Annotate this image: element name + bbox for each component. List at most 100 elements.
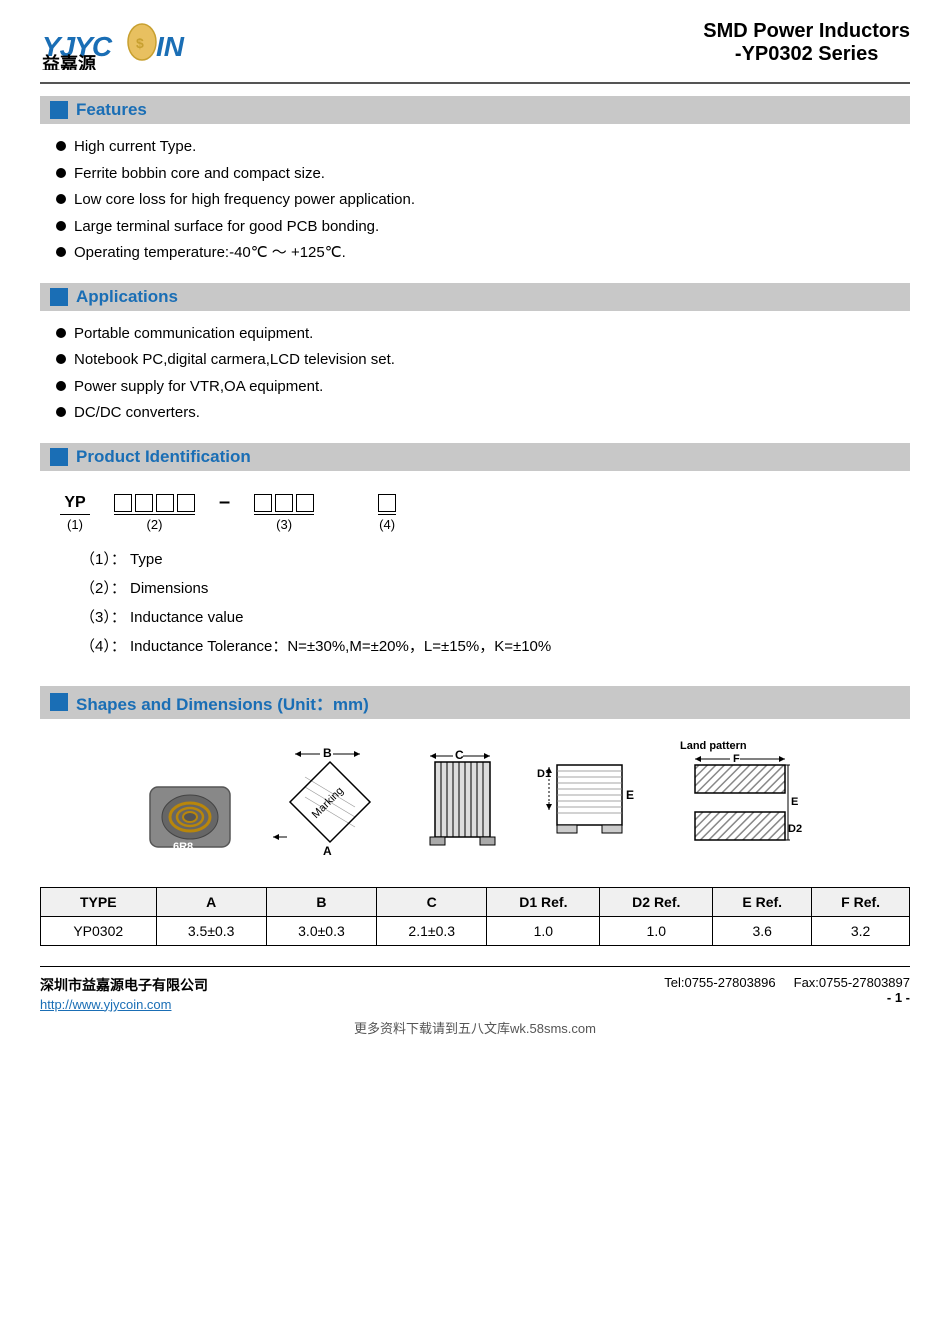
code-box (254, 494, 272, 512)
applications-list: Portable communication equipment. Notebo… (40, 319, 910, 433)
shapes-blue-square (50, 693, 68, 711)
code-box (135, 494, 153, 512)
legend-item-4: （4）： Inductance Tolerance：N=±30%,M=±20%，… (80, 635, 890, 656)
code-block-3: (3) (254, 494, 314, 532)
cell-e: 3.6 (713, 916, 812, 945)
code-block-4: (4) (378, 494, 396, 532)
list-item: Power supply for VTR,OA equipment. (56, 376, 910, 399)
col-e: E Ref. (713, 887, 812, 916)
svg-text:C: C (455, 748, 464, 762)
rhombus-diagram: B Marking A (265, 747, 395, 857)
code-box (114, 494, 132, 512)
code-box (378, 494, 396, 512)
inductor-photo: 6R8 (145, 777, 235, 857)
inductor-coil-svg: 6R8 (145, 777, 235, 857)
code-dash: – (219, 491, 230, 514)
code-num-3: (3) (276, 517, 292, 532)
code-box (275, 494, 293, 512)
svg-text:$: $ (136, 35, 144, 51)
bullet-icon (56, 221, 66, 231)
cell-d1: 1.0 (487, 916, 600, 945)
table-header-row: TYPE A B C D1 Ref. D2 Ref. E Ref. F Ref. (41, 887, 910, 916)
cell-f: 3.2 (812, 916, 910, 945)
cell-type: YP0302 (41, 916, 157, 945)
code-boxes-2 (114, 494, 195, 515)
list-item: DC/DC converters. (56, 402, 910, 425)
svg-text:E: E (791, 796, 798, 808)
applications-title: Applications (76, 287, 178, 307)
applications-section-header: Applications (40, 283, 910, 311)
bullet-icon (56, 381, 66, 391)
svg-text:A: A (323, 844, 332, 857)
watermark: 更多资料下载请到五八文库wk.58sms.com (40, 1018, 910, 1037)
svg-text:B: B (323, 747, 332, 760)
table-row: YP0302 3.5±0.3 3.0±0.3 2.1±0.3 1.0 1.0 3… (41, 916, 910, 945)
header: YJYC $ IN 益嘉源 SMD Power Inductors -YP030… (40, 20, 910, 84)
code-num-1: (1) (67, 517, 83, 532)
col-d1: D1 Ref. (487, 887, 600, 916)
applications-blue-square (50, 288, 68, 306)
col-c: C (377, 887, 487, 916)
code-block-1: YP (1) (60, 494, 90, 532)
product-code-diagram: YP (1) (2) – (60, 491, 890, 532)
dimensions-table: TYPE A B C D1 Ref. D2 Ref. E Ref. F Ref.… (40, 887, 910, 946)
col-type: TYPE (41, 887, 157, 916)
list-item: Operating temperature:-40℃ ～ +125℃. (56, 242, 910, 265)
logo-svg: YJYC $ IN 益嘉源 (40, 20, 200, 70)
shapes-section-header: Shapes and Dimensions (Unit：mm) (40, 686, 910, 719)
svg-text:益嘉源: 益嘉源 (42, 53, 96, 70)
svg-text:6R8: 6R8 (173, 841, 193, 853)
code-boxes-3 (254, 494, 314, 515)
code-prefix: YP (60, 494, 90, 515)
list-item: High current Type. (56, 136, 910, 159)
side-view-diagram: D1 E (535, 747, 645, 857)
side-view-svg: D1 E (535, 747, 645, 857)
svg-text:Land pattern: Land pattern (680, 740, 747, 752)
product-id-content: YP (1) (2) – (40, 479, 910, 676)
footer: 深圳市益嘉源电子有限公司 http://www.yjycoin.com Tel:… (40, 966, 910, 1012)
title-area: SMD Power Inductors -YP0302 Series (703, 20, 910, 66)
page: YJYC $ IN 益嘉源 SMD Power Inductors -YP030… (0, 0, 950, 1344)
land-pattern-diagram: Land pattern F D2 E (675, 737, 805, 857)
cell-b: 3.0±0.3 (266, 916, 376, 945)
footer-fax: Fax:0755-27803897 (794, 975, 910, 990)
features-blue-square (50, 101, 68, 119)
features-section-header: Features (40, 96, 910, 124)
features-title: Features (76, 100, 147, 120)
list-item: Ferrite bobbin core and compact size. (56, 163, 910, 186)
cell-c: 2.1±0.3 (377, 916, 487, 945)
col-a: A (156, 887, 266, 916)
svg-text:D2: D2 (788, 823, 802, 835)
bullet-icon (56, 328, 66, 338)
logo-area: YJYC $ IN 益嘉源 (40, 20, 200, 70)
footer-page: - 1 - (664, 990, 910, 1005)
footer-company: 深圳市益嘉源电子有限公司 (40, 975, 208, 995)
list-item: Large terminal surface for good PCB bond… (56, 216, 910, 239)
product-id-title: Product Identification (76, 447, 251, 467)
footer-contact: Tel:0755-27803896 Fax:0755-27803897 (664, 975, 910, 990)
footer-right: Tel:0755-27803896 Fax:0755-27803897 - 1 … (664, 975, 910, 1005)
col-b: B (266, 887, 376, 916)
svg-text:F: F (733, 753, 740, 765)
cell-a: 3.5±0.3 (156, 916, 266, 945)
code-num-4: (4) (379, 517, 395, 532)
code-block-2: (2) (114, 494, 195, 532)
c-svg: C (425, 747, 505, 857)
list-item: Low core loss for high frequency power a… (56, 189, 910, 212)
svg-text:IN: IN (156, 31, 185, 62)
c-dimension-diagram: C (425, 747, 505, 857)
land-pattern-svg: Land pattern F D2 E (675, 737, 805, 857)
col-d2: D2 Ref. (600, 887, 713, 916)
footer-left: 深圳市益嘉源电子有限公司 http://www.yjycoin.com (40, 975, 208, 1012)
code-box (156, 494, 174, 512)
footer-website[interactable]: http://www.yjycoin.com (40, 997, 208, 1012)
svg-text:E: E (626, 788, 634, 802)
footer-tel: Tel:0755-27803896 (664, 975, 775, 990)
cell-d2: 1.0 (600, 916, 713, 945)
list-item: Portable communication equipment. (56, 323, 910, 346)
product-id-blue-square (50, 448, 68, 466)
bullet-icon (56, 194, 66, 204)
bullet-icon (56, 407, 66, 417)
bullet-icon (56, 247, 66, 257)
features-list: High current Type. Ferrite bobbin core a… (40, 132, 910, 273)
